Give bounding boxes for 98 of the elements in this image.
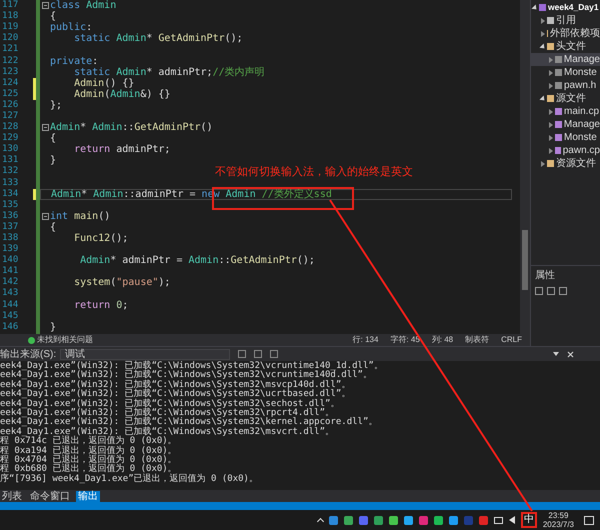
output-line: 序“[7936] week4_Day1.exe”已退出，返回值为 0 (0x0)。 bbox=[0, 474, 259, 484]
tree-item[interactable]: pawn.h bbox=[531, 79, 600, 92]
fold-toggle-icon[interactable] bbox=[42, 124, 49, 132]
line-number: 141 bbox=[1, 266, 18, 277]
line-number: 122 bbox=[1, 56, 18, 67]
output-line: eek4_Day1.exe”(Win32): 已加载“C:\Windows\System32\msvcp140d.dll”。 bbox=[0, 380, 352, 390]
line-number: 139 bbox=[1, 244, 18, 255]
line-number: 145 bbox=[1, 310, 18, 322]
output-line: eek4_Day1.exe”(Win32): 已加载“C:\Windows\System32\rpcrt4.dll”。 bbox=[0, 408, 334, 418]
fold-toggle-icon[interactable] bbox=[42, 2, 49, 10]
line-number: 129 bbox=[1, 133, 18, 144]
tree-item[interactable]: Monste bbox=[531, 131, 600, 144]
code-line: static Admin* GetAdminPtr(); bbox=[73, 33, 243, 44]
panel-tab[interactable]: 命令窗口 bbox=[28, 490, 72, 502]
monitor-icon[interactable] bbox=[494, 516, 503, 524]
code-line: }; bbox=[50, 100, 62, 111]
panel-tab[interactable]: 输出 bbox=[76, 490, 100, 502]
status-item: 列: 48 bbox=[432, 334, 454, 346]
fold-toggle-icon[interactable] bbox=[42, 212, 49, 220]
output-line: eek4_Day1.exe”(Win32): 已加载“C:\Windows\System32\kernel.appcore.dll”。 bbox=[0, 417, 378, 427]
line-number: 125 bbox=[1, 88, 18, 100]
code-line: Admin() {} bbox=[73, 78, 134, 89]
annotation-text: 不管如何切换输入法，输入的始终是英文 bbox=[215, 164, 413, 180]
line-number: 132 bbox=[1, 166, 18, 178]
output-line: 程 0xb680 已退出，返回值为 0 (0x0)。 bbox=[0, 464, 177, 474]
status-item: CRLF bbox=[501, 334, 522, 346]
code-line: { bbox=[50, 222, 56, 233]
output-source-label: 输出来源(S): bbox=[0, 348, 56, 361]
code-line: { bbox=[50, 11, 56, 22]
code-line: static Admin* adminPtr;//类内声明 bbox=[73, 66, 265, 78]
line-number: 118 bbox=[1, 11, 18, 22]
output-line: eek4_Day1.exe”(Win32): 已加载“C:\Windows\System32\vcruntime140d.dll”。 bbox=[0, 370, 372, 380]
code-line: Admin* Admin::GetAdminPtr() bbox=[50, 122, 213, 134]
line-number: 121 bbox=[1, 44, 18, 56]
output-line: 程 0xa194 已退出，返回值为 0 (0x0)。 bbox=[0, 446, 178, 455]
panel-tab[interactable]: 列表 bbox=[0, 490, 24, 502]
line-number: 133 bbox=[1, 178, 18, 189]
line-number: 123 bbox=[1, 66, 18, 78]
code-line: public: bbox=[50, 22, 92, 34]
output-line: eek4_Day1.exe”(Win32): 已加载“C:\Windows\System32\ucrtbased.dll”。 bbox=[0, 389, 352, 399]
tree-item[interactable]: Manage bbox=[531, 118, 600, 131]
output-line: 程 0x714c 已退出，返回值为 0 (0x0)。 bbox=[0, 436, 177, 446]
code-line: { bbox=[50, 133, 56, 144]
tree-item[interactable]: 引用 bbox=[531, 14, 600, 27]
issues-status: 未找到相关问题 bbox=[37, 334, 93, 346]
line-number: 127 bbox=[1, 110, 18, 122]
panel-title: 属性 bbox=[535, 268, 556, 283]
clock-time[interactable]: 23:59 bbox=[548, 511, 568, 520]
line-number: 126 bbox=[1, 100, 18, 111]
status-item: 制表符 bbox=[465, 334, 490, 346]
tree-item[interactable]: 资源文件 bbox=[531, 157, 600, 170]
dropdown-arrow-icon[interactable] bbox=[553, 352, 559, 356]
code-line: return 0; bbox=[73, 300, 128, 311]
clock-date[interactable]: 2023/7/3 bbox=[542, 520, 574, 529]
line-number: 137 bbox=[1, 222, 18, 233]
code-line: Admin(Admin&) {} bbox=[73, 88, 170, 100]
tree-item[interactable]: 源文件 bbox=[531, 92, 600, 105]
line-number: 130 bbox=[1, 144, 18, 155]
output-line: eek4_Day1.exe”(Win32): 已加载“C:\Windows\System32\msvcrt.dll”。 bbox=[0, 426, 336, 436]
ime-indicator[interactable]: 中 bbox=[524, 514, 534, 526]
code-line: } bbox=[50, 322, 56, 333]
code-line: } bbox=[50, 155, 56, 166]
scrollbar[interactable] bbox=[520, 0, 530, 334]
line-number: 136 bbox=[1, 210, 18, 222]
close-icon[interactable] bbox=[567, 350, 574, 358]
tree-item[interactable]: Manage bbox=[531, 53, 600, 66]
line-number: 140 bbox=[1, 255, 18, 266]
line-number: 138 bbox=[1, 233, 18, 244]
tree-item[interactable]: 外部依赖项 bbox=[531, 27, 600, 40]
output-line: eek4_Day1.exe”(Win32): 已加载“C:\Windows\System32\sechost.dll”。 bbox=[0, 398, 340, 408]
line-number: 143 bbox=[1, 288, 18, 300]
line-number: 124 bbox=[1, 78, 18, 89]
code-line: class Admin bbox=[50, 0, 116, 12]
code-line: int main() bbox=[50, 210, 110, 222]
status-item: 行: 134 bbox=[352, 334, 378, 346]
output-line: eek4_Day1.exe”(Win32): 已加载“C:\Windows\System32\vcruntime140_1d.dll”。 bbox=[0, 361, 384, 370]
line-number: 142 bbox=[1, 277, 18, 288]
code-line: system("pause"); bbox=[73, 277, 170, 288]
line-number: 131 bbox=[1, 155, 18, 166]
line-number: 119 bbox=[1, 22, 18, 33]
tree-item[interactable]: pawn.cp bbox=[531, 144, 600, 157]
line-number: 144 bbox=[1, 300, 18, 311]
code-line: Admin* adminPtr = Admin::GetAdminPtr(); bbox=[79, 255, 315, 266]
line-number: 134 bbox=[1, 188, 18, 200]
code-line: return adminPtr; bbox=[73, 144, 170, 156]
tree-item[interactable]: Monste bbox=[531, 66, 600, 79]
code-line: Func12(); bbox=[73, 233, 128, 244]
line-number: 146 bbox=[1, 322, 18, 333]
line-number: 117 bbox=[1, 0, 18, 11]
tree-item[interactable]: week4_Day1 bbox=[531, 1, 600, 14]
line-number: 120 bbox=[1, 33, 18, 44]
tree-item[interactable]: main.cp bbox=[531, 105, 600, 118]
source-dropdown[interactable]: 调试 bbox=[60, 348, 230, 360]
line-number: 128 bbox=[1, 122, 18, 133]
status-item: 字符: 45 bbox=[390, 334, 420, 346]
line-number: 135 bbox=[1, 200, 18, 211]
output-line: 程 0x4704 已退出，返回值为 0 (0x0)。 bbox=[0, 454, 178, 464]
code-line: private: bbox=[50, 56, 98, 67]
